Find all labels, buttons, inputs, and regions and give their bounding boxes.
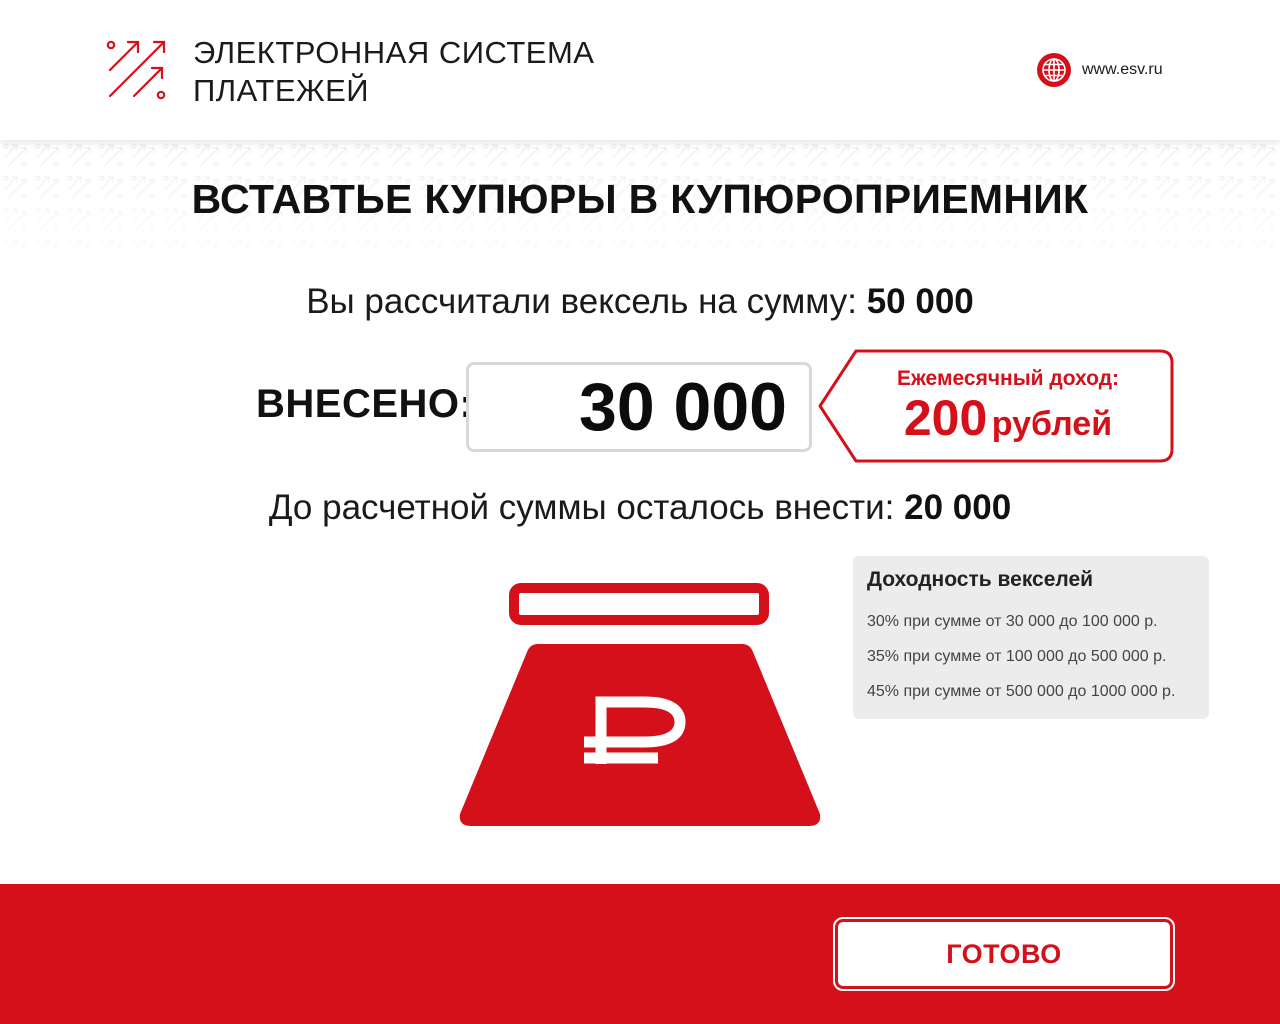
yield-item: 45% при сумме от 500 000 до 1000 000 р. — [867, 683, 1176, 700]
calculated-amount: 50 000 — [866, 282, 974, 321]
remaining-label: До расчетной суммы осталось внести: — [268, 488, 895, 527]
logo-line-2: ПЛАТЕЖЕЙ — [193, 73, 370, 108]
page-title: ВСТАВТЬЕ КУПЮРЫ В КУПЮРОПРИЕМНИК — [191, 176, 1089, 222]
deposited-label: ВНЕСЕНО: — [256, 382, 474, 426]
remaining-amount-line: До расчетной суммы осталось внести: 20 0… — [0, 488, 1280, 528]
yield-title: Доходность векселей — [867, 568, 1094, 591]
arrows-up-right-icon — [106, 40, 166, 100]
remaining-amount: 20 000 — [904, 488, 1012, 527]
calculated-label: Вы рассчитали вексель на сумму: — [306, 282, 857, 321]
monthly-income-value: 200 рублей — [848, 389, 1168, 447]
monthly-income-callout: Ежемесячный доход: 200 рублей — [818, 349, 1174, 463]
yield-info-panel: Доходность векселей 30% при сумме от 30 … — [853, 556, 1209, 719]
header: ЭЛЕКТРОННАЯ СИСТЕМА ПЛАТЕЖЕЙ www.esv.ru — [0, 0, 1280, 140]
logo-text: ЭЛЕКТРОННАЯ СИСТЕМА ПЛАТЕЖЕЙ — [193, 34, 594, 110]
bill-acceptor-ruble-icon — [459, 583, 821, 826]
globe-icon — [1037, 53, 1071, 87]
deposited-amount-display: 30 000 — [466, 362, 812, 452]
monthly-income-unit: рублей — [991, 405, 1113, 443]
yield-item: 30% при сумме от 30 000 до 100 000 р. — [867, 613, 1158, 630]
website-link[interactable]: www.esv.ru — [1036, 52, 1163, 88]
done-button[interactable]: ГОТОВО — [833, 917, 1175, 991]
website-label: www.esv.ru — [1082, 61, 1163, 78]
monthly-income-title: Ежемесячный доход: — [896, 367, 1120, 390]
calculated-amount-line: Вы рассчитали вексель на сумму: 50 000 — [0, 282, 1280, 322]
monthly-income-amount: 200 — [903, 390, 988, 446]
logo-line-1: ЭЛЕКТРОННАЯ СИСТЕМА — [193, 35, 595, 70]
yield-item: 35% при сумме от 100 000 до 500 000 р. — [867, 648, 1167, 665]
